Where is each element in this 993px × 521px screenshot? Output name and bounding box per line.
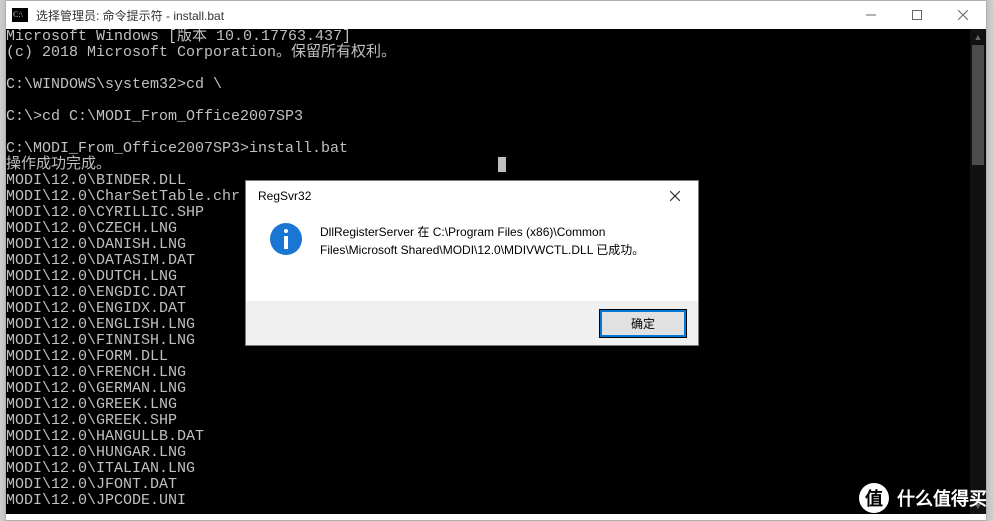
terminal-line: MODI\12.0\GREEK.SHP [6,413,986,429]
terminal-line: MODI\12.0\JPCODE.UNI [6,493,986,509]
ok-button[interactable]: 确定 [600,310,686,337]
terminal-line: C:\MODI_From_Office2007SP3>install.bat [6,141,986,157]
regsvr32-dialog: RegSvr32 DllRegisterServer 在 C:\Program … [245,180,699,346]
terminal-line: MODI\12.0\HANGULLB.DAT [6,429,986,445]
close-button[interactable] [940,1,986,29]
terminal-line [6,125,986,141]
terminal-line: MODI\12.0\ITALIAN.LNG [6,461,986,477]
dialog-body: DllRegisterServer 在 C:\Program Files (x8… [246,211,698,259]
dialog-footer: 确定 [246,301,698,345]
vertical-scrollbar[interactable]: ▲ ▼ [970,29,986,514]
scroll-down-icon[interactable]: ▼ [970,498,986,514]
dialog-titlebar[interactable]: RegSvr32 [246,181,698,211]
terminal-line [6,93,986,109]
dialog-message: DllRegisterServer 在 C:\Program Files (x8… [320,221,674,259]
terminal-line: MODI\12.0\FRENCH.LNG [6,365,986,381]
minimize-button[interactable] [848,1,894,29]
terminal-line: MODI\12.0\GERMAN.LNG [6,381,986,397]
window-controls [848,1,986,29]
info-icon [270,223,302,255]
terminal-line: MODI\12.0\GREEK.LNG [6,397,986,413]
terminal-line: Microsoft Windows [版本 10.0.17763.437] [6,29,986,45]
terminal-line: C:\WINDOWS\system32>cd \ [6,77,986,93]
dialog-title: RegSvr32 [258,189,660,203]
terminal-line: 操作成功完成。 [6,157,986,173]
maximize-button[interactable] [894,1,940,29]
window-title: 选择管理员: 命令提示符 - install.bat [34,7,848,24]
terminal-line: MODI\12.0\JFONT.DAT [6,477,986,493]
terminal-line: (c) 2018 Microsoft Corporation。保留所有权利。 [6,45,986,61]
text-cursor [498,157,506,172]
terminal-line: MODI\12.0\FORM.DLL [6,349,986,365]
dialog-close-button[interactable] [660,184,690,208]
scroll-up-icon[interactable]: ▲ [970,29,986,45]
scrollbar-thumb[interactable] [972,45,984,165]
terminal-line: C:\>cd C:\MODI_From_Office2007SP3 [6,109,986,125]
titlebar[interactable]: 选择管理员: 命令提示符 - install.bat [6,1,986,29]
terminal-line: MODI\12.0\HUNGAR.LNG [6,445,986,461]
terminal-line [6,61,986,77]
cmd-icon [12,8,28,22]
